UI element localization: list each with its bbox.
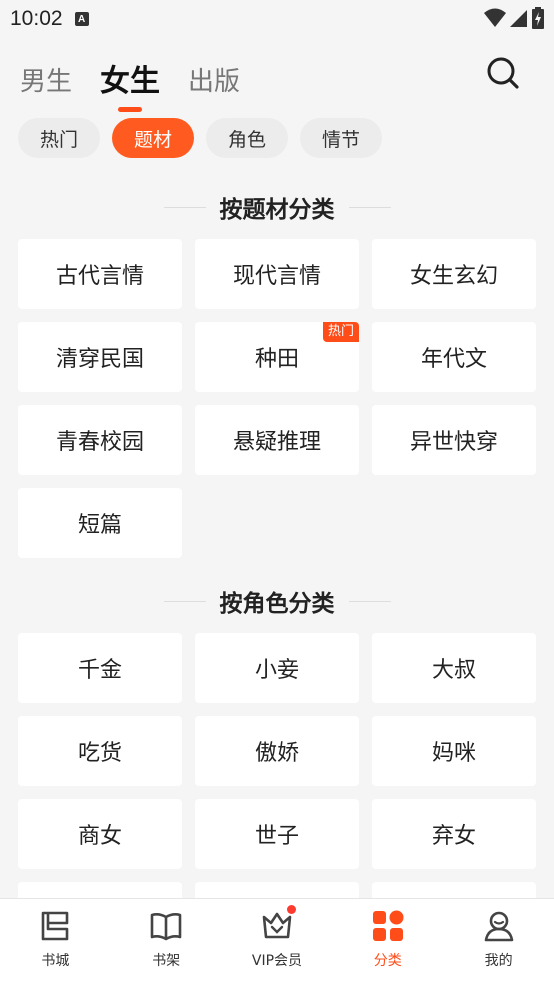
category-label: 傲娇	[254, 741, 299, 766]
category-item[interactable]: 小妾	[195, 633, 359, 703]
divider	[348, 600, 391, 602]
top-tab-bar: 男生 女生 出版	[20, 52, 240, 112]
category-item[interactable]: 悬疑推理	[195, 405, 359, 475]
category-item[interactable]: 千金	[18, 633, 182, 703]
section-title-text: 按题材分类	[219, 197, 335, 223]
category-item[interactable]: 商女	[18, 799, 182, 869]
category-label: 小妾	[254, 658, 299, 683]
category-label: 清穿民国	[55, 347, 144, 372]
vip-crown-icon	[262, 912, 292, 939]
category-item[interactable]: 傲娇	[195, 716, 359, 786]
nav-bookshelf[interactable]: 书架	[111, 899, 222, 986]
category-label: 短篇	[77, 513, 122, 538]
hot-badge: 热门	[322, 322, 359, 342]
category-label: 年代文	[420, 347, 487, 372]
category-label: 世子	[254, 824, 299, 849]
category-label: 种田	[254, 347, 299, 372]
tab-male[interactable]: 男生	[20, 62, 72, 102]
chip-theme[interactable]: 题材	[112, 118, 195, 158]
category-label: 妈咪	[431, 741, 476, 766]
nav-label: VIP会员	[251, 953, 303, 969]
category-item[interactable]: 古代言情	[18, 239, 182, 309]
notification-icon: A	[74, 12, 89, 26]
section-title-role: 按角色分类	[0, 584, 554, 618]
chip-plot[interactable]: 情节	[300, 118, 383, 158]
divider	[163, 600, 206, 602]
nav-vip[interactable]: VIP会员	[222, 899, 333, 986]
tab-female[interactable]: 女生	[100, 62, 161, 112]
bookstore-icon	[42, 911, 69, 941]
chip-role[interactable]: 角色	[206, 118, 289, 158]
nav-label: 分类	[373, 953, 402, 969]
nav-label: 我的	[484, 953, 513, 969]
theme-grid: 古代言情 现代言情 女生玄幻 清穿民国 种田 热门 年代文 青春校园 悬疑推理 …	[18, 239, 536, 558]
category-label: 青春校园	[55, 430, 144, 455]
category-label: 悬疑推理	[232, 430, 321, 455]
filter-chips: 热门 题材 角色 情节	[18, 118, 383, 158]
tab-female-label: 女生	[100, 64, 161, 99]
divider	[348, 206, 391, 208]
category-item[interactable]: 异世快穿	[372, 405, 536, 475]
chip-hot[interactable]: 热门	[18, 118, 101, 158]
nav-profile[interactable]: 我的	[443, 899, 554, 986]
notification-dot	[286, 905, 296, 914]
signal-icon	[510, 10, 527, 27]
category-item[interactable]: 青春校园	[18, 405, 182, 475]
divider	[163, 206, 206, 208]
nav-label: 书架	[152, 953, 181, 969]
nav-category[interactable]: 分类	[332, 899, 443, 986]
category-item[interactable]: 妈咪	[372, 716, 536, 786]
category-item[interactable]: 种田 热门	[195, 322, 359, 392]
tab-publish[interactable]: 出版	[188, 62, 240, 102]
category-grid-icon	[372, 910, 404, 941]
nav-bookstore[interactable]: 书城	[0, 899, 111, 986]
category-item[interactable]: 清穿民国	[18, 322, 182, 392]
search-icon[interactable]	[486, 56, 520, 90]
category-label: 千金	[77, 658, 122, 683]
category-label: 女生玄幻	[409, 264, 498, 289]
status-icons	[484, 7, 544, 29]
battery-icon	[532, 7, 544, 29]
bookshelf-icon	[150, 913, 182, 941]
status-time: 10:02	[10, 7, 63, 30]
section-title-theme: 按题材分类	[0, 190, 554, 224]
status-bar: 10:02 A	[0, 0, 554, 38]
bottom-nav: 书城 书架 VIP会员 分类 我的	[0, 898, 554, 986]
category-item[interactable]: 世子	[195, 799, 359, 869]
category-label: 异世快穿	[409, 430, 498, 455]
category-item[interactable]: 女生玄幻	[372, 239, 536, 309]
profile-icon	[484, 911, 513, 942]
nav-label: 书城	[41, 953, 70, 969]
category-label: 吃货	[77, 741, 122, 766]
category-label: 现代言情	[232, 264, 321, 289]
category-item[interactable]: 短篇	[18, 488, 182, 558]
category-label: 商女	[77, 824, 122, 849]
category-item[interactable]: 年代文	[372, 322, 536, 392]
category-item[interactable]: 吃货	[18, 716, 182, 786]
wifi-icon	[484, 8, 506, 27]
section-title-text: 按角色分类	[219, 591, 335, 617]
active-tab-indicator	[118, 107, 143, 112]
category-label: 古代言情	[55, 264, 144, 289]
category-item[interactable]: 大叔	[372, 633, 536, 703]
category-item[interactable]: 现代言情	[195, 239, 359, 309]
category-label: 弃女	[431, 824, 476, 849]
category-item[interactable]: 弃女	[372, 799, 536, 869]
category-label: 大叔	[431, 658, 476, 683]
